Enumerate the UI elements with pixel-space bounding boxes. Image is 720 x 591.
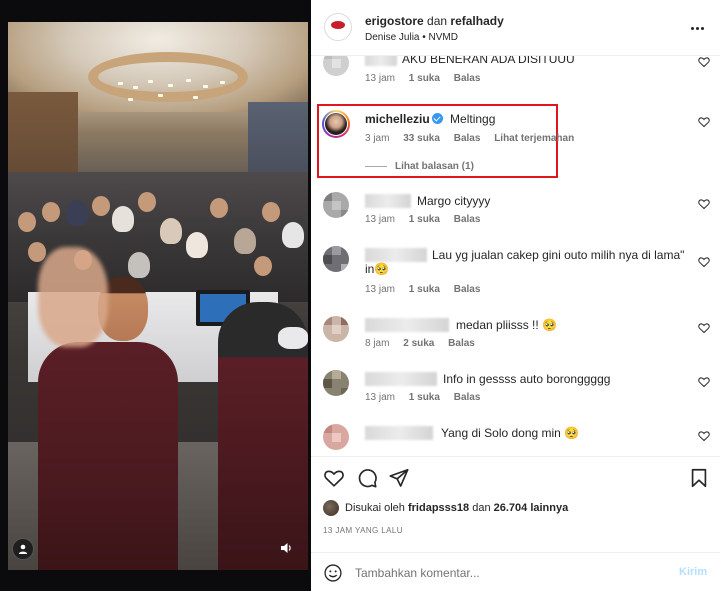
likes-prefix: Disukai oleh xyxy=(345,502,405,514)
liker-username[interactable]: fridapsss18 xyxy=(408,502,469,514)
comment-time[interactable]: 3 jam xyxy=(365,133,389,144)
comment-username-blurred xyxy=(365,56,397,66)
post-video[interactable] xyxy=(0,0,311,591)
view-replies-button[interactable]: Lihat balasan (1) xyxy=(365,161,474,172)
comment-username-blurred xyxy=(365,194,411,208)
comment-input[interactable] xyxy=(355,563,655,583)
translate-button[interactable]: Lihat terjemahan xyxy=(494,133,574,144)
comment-line: michelleziu Meltingg xyxy=(365,112,495,126)
comment-text-cont: in🥺 xyxy=(365,262,390,276)
waving-hand xyxy=(38,247,108,347)
comment-likes[interactable]: 1 suka xyxy=(409,214,440,225)
comment-composer: Kirim xyxy=(311,552,720,591)
reply-button[interactable]: Balas xyxy=(454,73,481,84)
comment-avatar[interactable] xyxy=(323,56,349,76)
reply-button[interactable]: Balas xyxy=(448,338,475,349)
heart-icon[interactable] xyxy=(698,430,710,442)
face-mask xyxy=(278,327,308,349)
author-username[interactable]: erigostore xyxy=(365,14,424,28)
comment-avatar[interactable] xyxy=(323,316,349,342)
comment-likes[interactable]: 1 suka xyxy=(409,392,440,403)
heart-icon[interactable] xyxy=(698,116,710,128)
comment-likes[interactable]: 33 suka xyxy=(403,133,440,144)
comment-item: Lau yg jualan cakep gini outo milih nya … xyxy=(311,246,720,302)
comment-username-blurred xyxy=(365,372,437,386)
likes-count[interactable]: 26.704 lainnya xyxy=(494,502,569,514)
comment-likes[interactable]: 1 suka xyxy=(409,73,440,84)
reply-button[interactable]: Balas xyxy=(454,392,481,403)
reply-button[interactable]: Balas xyxy=(454,214,481,225)
post-header: erigostore dan refalhady Denise Julia • … xyxy=(311,0,720,56)
comment-item: medan pliisss !! 🥺 8 jam 2 suka Balas xyxy=(311,316,720,356)
comment-text: Margo cityyyy xyxy=(417,194,491,208)
post-timestamp[interactable]: 13 JAM YANG LALU xyxy=(323,526,403,535)
comment-meta: 13 jam 1 suka Balas xyxy=(365,284,491,295)
bookmark-icon[interactable] xyxy=(688,467,710,489)
comment-likes[interactable]: 1 suka xyxy=(409,284,440,295)
man-shirt xyxy=(38,342,178,570)
comment-meta: 13 jam 1 suka Balas xyxy=(365,214,491,225)
brand-logo xyxy=(331,21,345,29)
audio-line[interactable]: Denise Julia • NVMD xyxy=(365,32,458,43)
action-bar xyxy=(311,456,720,500)
comment-text: Yang di Solo dong min 🥺 xyxy=(441,426,580,440)
comment-time[interactable]: 8 jam xyxy=(365,338,389,349)
author-line: erigostore dan refalhady xyxy=(365,14,504,28)
comment-meta: 3 jam 33 suka Balas Lihat terjemahan xyxy=(365,133,585,144)
author-avatar[interactable] xyxy=(324,13,352,41)
liker-avatar[interactable] xyxy=(323,500,339,516)
comment-item: Info in gessss auto boronggggg 13 jam 1 … xyxy=(311,370,720,410)
smiley-icon[interactable] xyxy=(323,563,343,583)
comment-text: Lau yg jualan cakep gini outo milih nya … xyxy=(432,248,685,262)
post-panel: erigostore dan refalhady Denise Julia • … xyxy=(311,0,720,591)
collab-username[interactable]: refalhady xyxy=(450,14,503,28)
comment-avatar[interactable] xyxy=(323,192,349,218)
heart-icon[interactable] xyxy=(698,376,710,388)
comment-list[interactable]: AKU BENERAN ADA DISITUUU 13 jam 1 suka B… xyxy=(311,56,720,456)
verified-icon xyxy=(431,113,443,124)
comment-text: medan pliisss !! 🥺 xyxy=(456,318,557,332)
comment-time[interactable]: 13 jam xyxy=(365,392,395,403)
heart-icon[interactable] xyxy=(698,322,710,334)
comment-meta: 8 jam 2 suka Balas xyxy=(365,338,486,349)
comment-item: AKU BENERAN ADA DISITUUU 13 jam 1 suka B… xyxy=(311,56,720,90)
comment-meta: 13 jam 1 suka Balas xyxy=(365,73,491,84)
user-icon[interactable] xyxy=(12,538,34,560)
comment-item: Margo cityyyy 13 jam 1 suka Balas xyxy=(311,192,720,232)
heart-icon[interactable] xyxy=(698,256,710,268)
comment-username-blurred xyxy=(365,318,449,332)
comment-time[interactable]: 13 jam xyxy=(365,73,395,84)
reply-button[interactable]: Balas xyxy=(454,133,481,144)
ceiling-ring xyxy=(88,52,248,102)
heart-icon[interactable] xyxy=(698,56,710,68)
more-icon[interactable] xyxy=(687,18,707,38)
comment-text: Meltingg xyxy=(450,112,496,126)
video-frame xyxy=(8,22,308,570)
likes-summary: Disukai oleh fridapsss18 dan 26.704 lain… xyxy=(323,500,713,518)
speaker-icon[interactable] xyxy=(276,538,296,558)
comment-username-blurred xyxy=(365,248,427,262)
comment-item: Yang di Solo dong min 🥺 xyxy=(311,424,720,456)
comment-likes[interactable]: 2 suka xyxy=(403,338,434,349)
likes-connector: dan xyxy=(472,502,491,514)
comment-time[interactable]: 13 jam xyxy=(365,214,395,225)
likes-text: Disukai oleh fridapsss18 dan 26.704 lain… xyxy=(345,502,568,514)
post-comment-button[interactable]: Kirim xyxy=(679,566,707,578)
reply-button[interactable]: Balas xyxy=(454,284,481,295)
heart-icon[interactable] xyxy=(698,198,710,210)
comment-icon[interactable] xyxy=(356,467,378,489)
heart-icon[interactable] xyxy=(323,467,345,489)
comment-avatar[interactable] xyxy=(323,424,349,450)
comment-avatar[interactable] xyxy=(323,246,349,272)
comment-username-blurred xyxy=(365,426,433,440)
comment-meta: 13 jam 1 suka Balas xyxy=(365,392,491,403)
author-connector: dan xyxy=(427,14,448,28)
comment-text: AKU BENERAN ADA DISITUUU xyxy=(402,56,575,66)
comment-time[interactable]: 13 jam xyxy=(365,284,395,295)
comment-avatar[interactable] xyxy=(322,110,350,138)
comment-avatar[interactable] xyxy=(323,370,349,396)
comment-text: Info in gessss auto boronggggg xyxy=(443,372,611,386)
comment-username[interactable]: michelleziu xyxy=(365,112,430,126)
send-icon[interactable] xyxy=(388,467,410,489)
